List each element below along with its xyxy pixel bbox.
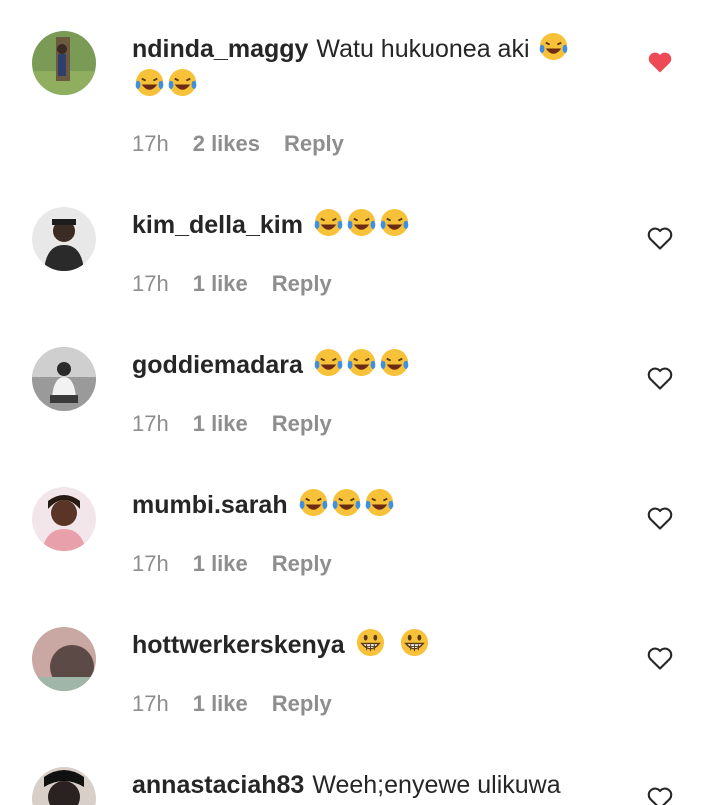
reply-button[interactable]: Reply (284, 131, 344, 156)
comment-meta: 17h 1 like Reply (132, 411, 356, 437)
liked-heart-icon[interactable] (646, 48, 674, 76)
comment-item: hottwerkerskenya 17h 1 like Reply (0, 627, 720, 767)
comment-item: goddiemadara 17h 1 like Reply (0, 347, 720, 487)
comment-meta: 17h 1 like Reply (132, 691, 356, 717)
comment-meta: 17h 2 likes Reply (132, 131, 368, 157)
comment-time: 17h (132, 411, 169, 436)
laughing-crying-emoji-icon (167, 67, 198, 98)
reply-button[interactable]: Reply (272, 411, 332, 436)
heart-outline-icon[interactable] (646, 224, 674, 252)
avatar[interactable] (32, 627, 96, 691)
laughing-crying-emoji-icon (313, 347, 344, 378)
heart-outline-icon[interactable] (646, 504, 674, 532)
heart-outline-icon[interactable] (646, 644, 674, 672)
laughing-crying-emoji-icon (364, 487, 395, 518)
avatar[interactable] (32, 487, 96, 551)
laughing-crying-emoji-icon (331, 487, 362, 518)
comment-likes[interactable]: 1 like (193, 271, 248, 296)
comment-item: mumbi.sarah 17h 1 like Reply (0, 487, 720, 627)
comment-username[interactable]: kim_della_kim (132, 211, 303, 239)
comment-time: 17h (132, 271, 169, 296)
heart-outline-icon[interactable] (646, 784, 674, 805)
comment-username[interactable]: ndinda_maggy (132, 35, 308, 63)
comment-username[interactable]: hottwerkerskenya (132, 631, 345, 659)
laughing-crying-emoji-icon (134, 67, 165, 98)
comment-likes[interactable]: 1 like (193, 411, 248, 436)
comment-meta: 17h 1 like Reply (132, 271, 356, 297)
comment-time: 17h (132, 131, 169, 156)
laughing-crying-emoji-icon (538, 31, 569, 62)
comment-username[interactable]: annastaciah83 (132, 771, 304, 799)
comment-time: 17h (132, 551, 169, 576)
avatar[interactable] (32, 31, 96, 95)
comment-likes[interactable]: 2 likes (193, 131, 260, 156)
comment-likes[interactable]: 1 like (193, 551, 248, 576)
comment-item: annastaciah83 Weeh;enyewe ulikuwa (0, 767, 720, 805)
heart-outline-icon[interactable] (646, 364, 674, 392)
avatar[interactable] (32, 347, 96, 411)
laughing-crying-emoji-icon (313, 207, 344, 238)
grinning-emoji-icon (399, 627, 430, 658)
comment-time: 17h (132, 691, 169, 716)
reply-button[interactable]: Reply (272, 691, 332, 716)
laughing-crying-emoji-icon (379, 207, 410, 238)
laughing-crying-emoji-icon (346, 347, 377, 378)
comment-item: ndinda_maggy Watu hukuonea aki 17h 2 likes… (0, 31, 720, 171)
grinning-emoji-icon (355, 627, 386, 658)
comment-username[interactable]: mumbi.sarah (132, 491, 288, 519)
laughing-crying-emoji-icon (346, 207, 377, 238)
comment-meta: 17h 1 like Reply (132, 551, 356, 577)
comment-item: kim_della_kim 17h 1 like Reply (0, 207, 720, 347)
comment-text: Weeh;enyewe ulikuwa (312, 771, 561, 799)
avatar[interactable] (32, 207, 96, 271)
reply-button[interactable]: Reply (272, 271, 332, 296)
avatar[interactable] (32, 767, 96, 805)
reply-button[interactable]: Reply (272, 551, 332, 576)
laughing-crying-emoji-icon (298, 487, 329, 518)
comment-text: Watu hukuonea aki (316, 35, 530, 63)
comment-username[interactable]: goddiemadara (132, 351, 303, 379)
comment-likes[interactable]: 1 like (193, 691, 248, 716)
laughing-crying-emoji-icon (379, 347, 410, 378)
